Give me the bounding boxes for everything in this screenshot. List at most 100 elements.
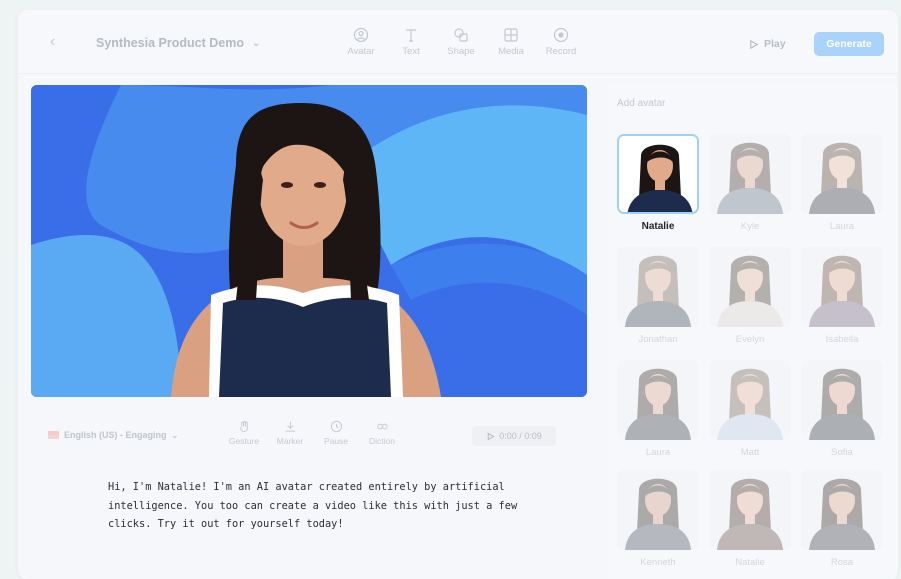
avatar-name: Rosa bbox=[830, 557, 854, 568]
tool-avatar-label: Avatar bbox=[347, 46, 375, 57]
chevron-down-icon: ⌄ bbox=[171, 430, 179, 440]
voice-language-label: English (US) - Engaging bbox=[64, 430, 167, 440]
top-toolbar: ‹ Synthesia Product Demo ⌄ Avatar Text S… bbox=[18, 10, 898, 74]
play-button[interactable]: Play bbox=[748, 32, 800, 56]
avatar-name: Laura bbox=[829, 221, 855, 232]
voice-language-select[interactable]: English (US) - Engaging ⌄ bbox=[48, 430, 178, 440]
avatar-thumbnail[interactable] bbox=[617, 247, 699, 327]
avatar-card[interactable]: Isabella bbox=[801, 247, 883, 345]
avatar-panel-title: Add avatar bbox=[617, 98, 666, 109]
tool-record[interactable]: Record bbox=[544, 27, 578, 57]
avatar-thumbnail[interactable] bbox=[617, 134, 699, 214]
chevron-down-icon: ⌄ bbox=[251, 37, 261, 49]
tool-text-label: Text bbox=[402, 46, 420, 57]
play-icon bbox=[487, 432, 495, 440]
avatar-portrait bbox=[801, 360, 883, 440]
presenter-top bbox=[219, 297, 391, 397]
avatar-name: Natalie bbox=[641, 221, 675, 232]
diction-icon bbox=[376, 423, 388, 430]
insert-tools: Avatar Text Shape Media Record bbox=[344, 27, 578, 57]
avatar-thumbnail[interactable] bbox=[617, 470, 699, 550]
preview-timer[interactable]: 0:00 / 0:09 bbox=[472, 426, 556, 446]
canvas-scene bbox=[31, 85, 587, 397]
control-marker[interactable]: Marker bbox=[274, 420, 306, 446]
play-label: Play bbox=[764, 38, 786, 50]
avatar-portrait bbox=[619, 136, 697, 212]
generate-button[interactable]: Generate bbox=[814, 32, 884, 56]
tool-media[interactable]: Media bbox=[494, 27, 528, 57]
video-canvas[interactable] bbox=[31, 85, 587, 397]
avatar-portrait bbox=[709, 360, 791, 440]
avatar-card[interactable]: Laura bbox=[801, 134, 883, 232]
project-title[interactable]: Synthesia Product Demo ⌄ bbox=[96, 36, 260, 50]
avatar-portrait bbox=[617, 360, 699, 440]
avatar-card[interactable]: Kenneth bbox=[617, 470, 699, 568]
generate-label: Generate bbox=[826, 38, 872, 50]
control-diction-label: Diction bbox=[369, 436, 395, 446]
presenter-eye-right bbox=[314, 182, 326, 188]
control-pause-label: Pause bbox=[323, 436, 349, 446]
marker-icon bbox=[285, 421, 295, 432]
tool-shape[interactable]: Shape bbox=[444, 27, 478, 57]
gesture-icon bbox=[239, 420, 248, 433]
avatar-thumbnail[interactable] bbox=[801, 247, 883, 327]
tool-media-label: Media bbox=[498, 46, 524, 57]
avatar-name: Sofia bbox=[831, 447, 853, 458]
avatar-thumbnail[interactable] bbox=[709, 247, 791, 327]
text-icon bbox=[406, 29, 416, 42]
media-icon bbox=[504, 28, 518, 42]
tool-shape-label: Shape bbox=[447, 46, 475, 57]
tool-record-label: Record bbox=[545, 46, 577, 57]
avatar-thumbnail[interactable] bbox=[709, 470, 791, 550]
pause-clock-icon bbox=[330, 420, 342, 433]
script-controls: Gesture Marker Pause Diction bbox=[228, 420, 398, 446]
avatar-card[interactable]: Matt bbox=[709, 360, 791, 458]
avatar-thumbnail[interactable] bbox=[801, 360, 883, 440]
avatar-thumbnail[interactable] bbox=[709, 360, 791, 440]
avatar-name: Kenneth bbox=[640, 557, 676, 568]
avatar-name: Matt bbox=[740, 447, 760, 458]
script-text[interactable]: Hi, I'm Natalie! I'm an AI avatar create… bbox=[108, 478, 548, 534]
control-pause[interactable]: Pause bbox=[320, 420, 352, 446]
avatar-card[interactable]: Laura bbox=[617, 360, 699, 458]
avatar-card[interactable]: Kyle bbox=[709, 134, 791, 232]
shape-icon bbox=[454, 28, 468, 42]
avatar-icon bbox=[353, 27, 369, 43]
avatar-thumbnail[interactable] bbox=[801, 134, 883, 214]
presenter-eye-left bbox=[281, 182, 293, 188]
avatar-portrait bbox=[709, 470, 791, 550]
play-icon bbox=[750, 39, 759, 49]
avatar-card[interactable]: Natalie bbox=[617, 134, 699, 232]
avatar-name: Laura bbox=[645, 447, 671, 458]
project-title-text: Synthesia Product Demo bbox=[96, 36, 244, 50]
avatar-card[interactable]: Jonathan bbox=[617, 247, 699, 345]
avatar-card[interactable]: Natalie bbox=[709, 470, 791, 568]
avatar-name: Kyle bbox=[740, 221, 760, 232]
avatar-name: Natalie bbox=[735, 557, 765, 568]
us-flag-icon bbox=[48, 431, 59, 439]
avatar-name: Jonathan bbox=[638, 334, 678, 345]
record-icon bbox=[553, 27, 569, 43]
avatar-portrait bbox=[801, 470, 883, 550]
avatar-portrait bbox=[617, 247, 699, 327]
avatar-name: Evelyn bbox=[735, 334, 765, 345]
chevron-left-icon[interactable]: ‹ bbox=[50, 34, 66, 50]
avatar-card[interactable]: Sofia bbox=[801, 360, 883, 458]
tool-text[interactable]: Text bbox=[394, 27, 428, 57]
avatar-portrait bbox=[709, 247, 791, 327]
avatar-thumbnail[interactable] bbox=[709, 134, 791, 214]
control-diction[interactable]: Diction bbox=[366, 420, 398, 446]
control-marker-label: Marker bbox=[276, 436, 304, 446]
avatar-thumbnail[interactable] bbox=[801, 470, 883, 550]
avatar-portrait bbox=[801, 134, 883, 214]
tool-avatar[interactable]: Avatar bbox=[344, 27, 378, 57]
control-gesture-label: Gesture bbox=[228, 436, 260, 446]
avatar-portrait bbox=[709, 134, 791, 214]
avatar-name: Isabella bbox=[825, 334, 859, 345]
avatar-portrait bbox=[617, 470, 699, 550]
avatar-thumbnail[interactable] bbox=[617, 360, 699, 440]
avatar-card[interactable]: Evelyn bbox=[709, 247, 791, 345]
control-gesture[interactable]: Gesture bbox=[228, 420, 260, 446]
avatar-portrait bbox=[801, 247, 883, 327]
avatar-card[interactable]: Rosa bbox=[801, 470, 883, 568]
